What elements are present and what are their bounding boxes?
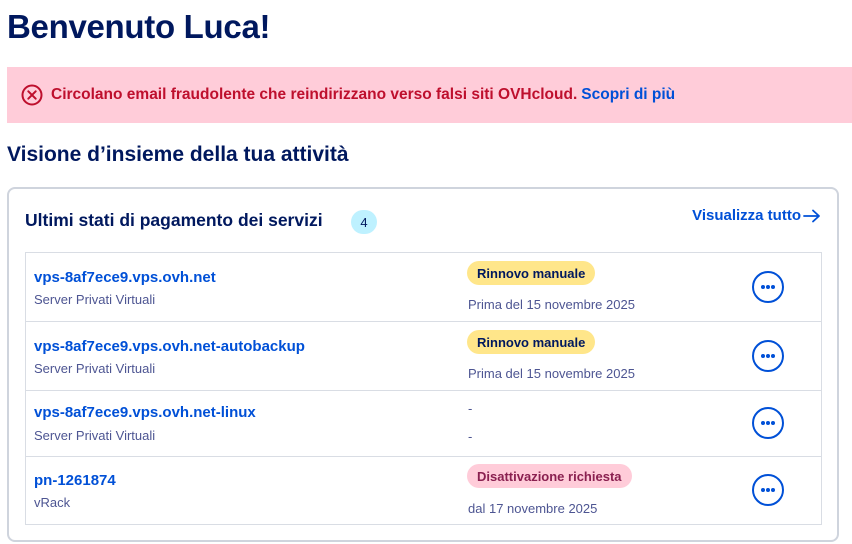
learn-more-link[interactable]: Scopri di più [581, 86, 675, 104]
table-row: vps-8af7ece9.vps.ovh.net-autobackup Serv… [26, 322, 821, 391]
row-actions-button[interactable] [752, 474, 784, 506]
row-actions-button[interactable] [752, 271, 784, 303]
section-title: Visione d’insieme della tua attività [7, 143, 349, 166]
table-row: vps-8af7ece9.vps.ovh.net-linux Server Pr… [26, 391, 821, 457]
renewal-date: Prima del 15 novembre 2025 [468, 297, 635, 312]
status-badge: Rinnovo manuale [467, 330, 596, 354]
page-title: Benvenuto Luca! [7, 8, 271, 45]
row-actions-button[interactable] [752, 340, 784, 372]
services-table: vps-8af7ece9.vps.ovh.net Server Privati … [25, 252, 822, 525]
dashboard-page: Benvenuto Luca! Circolano email fraudole… [0, 0, 852, 544]
status-badge: Rinnovo manuale [467, 261, 596, 285]
arrow-right-icon [803, 209, 820, 222]
renewal-date: Prima del 15 novembre 2025 [468, 366, 635, 381]
table-row: pn-1261874 vRack Disattivazione richiest… [26, 457, 821, 525]
more-dots-icon [761, 488, 775, 492]
service-type: Server Privati Virtuali [34, 292, 156, 307]
more-dots-icon [761, 285, 775, 289]
view-all-link[interactable]: Visualizza tutto [692, 207, 821, 224]
fraud-alert-banner: Circolano email fraudolente che reindiri… [7, 67, 852, 123]
table-row: vps-8af7ece9.vps.ovh.net Server Privati … [26, 253, 821, 322]
view-all-label: Visualizza tutto [692, 207, 801, 224]
service-type: Server Privati Virtuali [34, 361, 156, 376]
services-count-badge: 4 [351, 210, 377, 234]
service-name-link[interactable]: vps-8af7ece9.vps.ovh.net [34, 269, 216, 286]
service-name-link[interactable]: pn-1261874 [34, 472, 116, 489]
more-dots-icon [761, 421, 775, 425]
more-dots-icon [761, 354, 775, 358]
row-actions-button[interactable] [752, 407, 784, 439]
status-empty: - [468, 401, 473, 416]
deactivation-date: dal 17 novembre 2025 [468, 501, 598, 516]
service-name-link[interactable]: vps-8af7ece9.vps.ovh.net-linux [34, 404, 256, 421]
date-empty: - [468, 429, 473, 444]
service-type: vRack [34, 495, 71, 510]
card-title: Ultimi stati di pagamento dei servizi [25, 210, 323, 230]
alert-message: Circolano email fraudolente che reindiri… [51, 86, 578, 103]
service-name-link[interactable]: vps-8af7ece9.vps.ovh.net-autobackup [34, 338, 305, 355]
payment-status-card: Ultimi stati di pagamento dei servizi 4 … [7, 187, 839, 542]
service-type: Server Privati Virtuali [34, 428, 156, 443]
status-badge: Disattivazione richiesta [467, 464, 632, 488]
error-circle-x-icon [21, 84, 43, 106]
